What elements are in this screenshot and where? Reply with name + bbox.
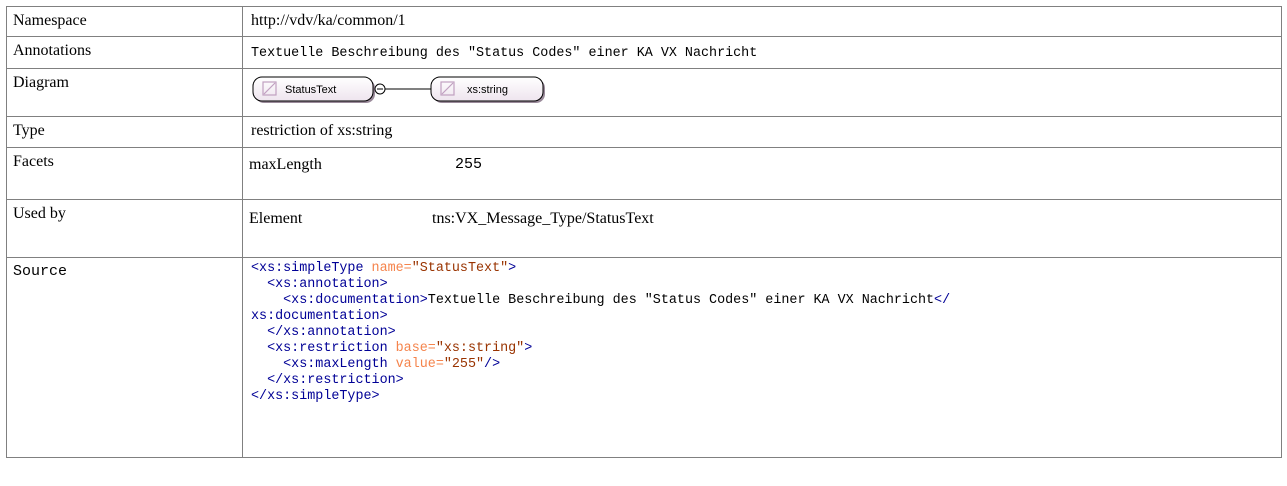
xs-string-node[interactable]: xs:string xyxy=(430,76,545,103)
facet-row: maxLength 255 xyxy=(249,156,482,199)
restriction-connector-icon xyxy=(374,83,431,95)
used-by-row: Used by Element tns:VX_Message_Type/Stat… xyxy=(6,199,1282,258)
source-row: Source <xs:simpleType name="StatusText">… xyxy=(6,257,1282,458)
src-l7-tag: <xs:maxLength xyxy=(251,357,388,372)
node1-label: StatusText xyxy=(285,84,336,96)
annotations-row: Annotations Textuelle Beschreibung des "… xyxy=(6,36,1282,69)
namespace-value: http://vdv/ka/common/1 xyxy=(242,6,1282,37)
src-l7-close: /> xyxy=(484,357,501,372)
src-l3-text: Textuelle Beschreibung des "Status Codes… xyxy=(427,293,935,308)
used-by-item: Element tns:VX_Message_Type/StatusText xyxy=(249,210,654,257)
diagram-row: Diagram StatusText xs:string xyxy=(6,68,1282,117)
used-by-label: Used by xyxy=(6,199,243,258)
type-row: Type restriction of xs:string xyxy=(6,116,1282,148)
src-l1-attr: name= xyxy=(363,261,412,276)
src-l1-val: "StatusText" xyxy=(411,261,509,276)
annotations-label: Annotations xyxy=(6,36,243,69)
src-l9: </xs:simpleType> xyxy=(251,389,380,404)
schema-doc-table: Namespace http://vdv/ka/common/1 Annotat… xyxy=(6,6,1282,458)
src-l7-attr: value= xyxy=(387,357,444,372)
statustext-node[interactable]: StatusText xyxy=(252,76,375,103)
facets-label: Facets xyxy=(6,147,243,200)
source-code: <xs:simpleType name="StatusText"> <xs:an… xyxy=(251,261,1275,405)
src-l6-tag: <xs:restriction xyxy=(251,341,388,356)
diagram-graphic: StatusText xs:string xyxy=(252,76,545,103)
facets-row: Facets maxLength 255 xyxy=(6,147,1282,200)
source-label: Source xyxy=(6,257,243,458)
src-l7-val: "255" xyxy=(443,357,485,372)
type-value: restriction of xs:string xyxy=(242,116,1282,148)
src-l6-attr: base= xyxy=(387,341,436,356)
namespace-row: Namespace http://vdv/ka/common/1 xyxy=(6,6,1282,37)
src-l2: <xs:annotation> xyxy=(251,277,388,292)
src-l4: xs:documentation> xyxy=(251,309,388,324)
src-l6-val: "xs:string" xyxy=(435,341,525,356)
facets-table: maxLength 255 xyxy=(249,156,482,199)
src-l5: </xs:annotation> xyxy=(251,325,396,340)
src-l8: </xs:restriction> xyxy=(251,373,404,388)
annotations-value: Textuelle Beschreibung des "Status Codes… xyxy=(251,46,758,61)
src-l1-tag: <xs:simpleType xyxy=(251,261,364,276)
node2-label: xs:string xyxy=(467,84,508,96)
used-by-link[interactable]: tns:VX_Message_Type/StatusText xyxy=(432,210,654,257)
src-l1-close: > xyxy=(508,261,517,276)
type-label: Type xyxy=(6,116,243,148)
type-diagram: StatusText xs:string xyxy=(251,74,1275,114)
facet-name: maxLength xyxy=(249,156,322,173)
src-l6-close: > xyxy=(524,341,533,356)
used-by-kind: Element xyxy=(249,210,303,227)
src-l3-close: </ xyxy=(934,293,951,308)
facet-value: 255 xyxy=(455,156,483,173)
diagram-label: Diagram xyxy=(6,68,243,117)
used-by-table: Element tns:VX_Message_Type/StatusText xyxy=(249,210,654,257)
src-l3-tag: <xs:documentation> xyxy=(251,293,428,308)
namespace-label: Namespace xyxy=(6,6,243,37)
